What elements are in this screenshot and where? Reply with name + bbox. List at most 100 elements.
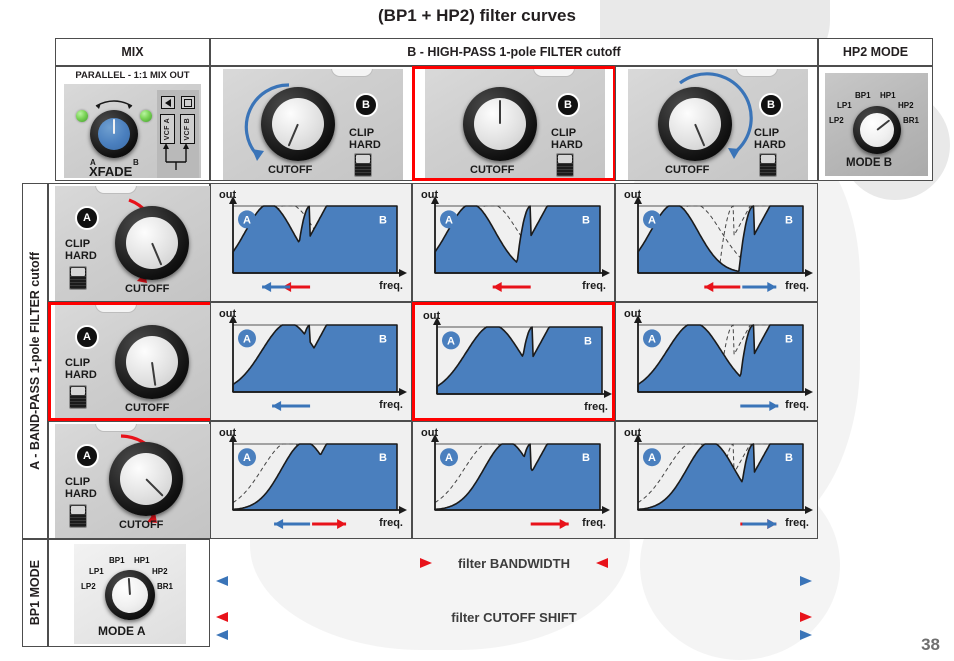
badge-b-3: B — [759, 93, 783, 117]
svg-text:freq.: freq. — [785, 280, 809, 292]
clip-hard-switch-a3[interactable] — [69, 504, 87, 528]
filter-a-cutoff-label-3: CUTOFF — [119, 519, 164, 531]
filter-b-panel-3: CUTOFF B CLIP HARD — [628, 69, 808, 180]
mode-a-label-bp1: BP1 — [109, 556, 125, 565]
xfade-mark-b: B — [133, 158, 139, 167]
clip-a-label-2a: CLIP — [65, 357, 91, 369]
mode-a-caption: MODE A — [98, 624, 146, 638]
svg-text:A: A — [648, 333, 656, 345]
svg-text:B: B — [582, 452, 590, 464]
svg-text:B: B — [379, 452, 387, 464]
filter-curve-graph-r2c1: A B out freq. — [210, 302, 412, 421]
filter-b-cell-2: CUTOFF B CLIP HARD — [412, 66, 616, 181]
svg-text:B: B — [785, 333, 793, 345]
svg-text:out: out — [219, 189, 236, 201]
mode-a-knob[interactable] — [105, 570, 155, 620]
filter-curve-graph-r1c1: A B out freq. — [210, 183, 412, 302]
clip-label-3a: CLIP — [754, 127, 780, 139]
svg-text:A: A — [648, 214, 656, 226]
curve-plot: A B out freq. — [624, 189, 813, 292]
mode-a-label-lp2: LP2 — [81, 582, 96, 591]
svg-text:A: A — [445, 452, 453, 464]
clip-hard-switch-2[interactable] — [556, 153, 574, 177]
clip-hard-switch-a2[interactable] — [69, 385, 87, 409]
filter-curve-graph-r1c2: A B out freq. — [412, 183, 615, 302]
svg-text:out: out — [421, 427, 438, 439]
filter-b-cutoff-knob-3[interactable] — [658, 87, 732, 161]
row-group-label: A - BAND-PASS 1-pole FILTER cutoff — [22, 183, 48, 539]
mode-a-label-hp1: HP1 — [134, 556, 150, 565]
svg-text:out: out — [421, 189, 438, 201]
curve-plot: A B out freq. — [624, 427, 813, 529]
svg-text:B: B — [379, 333, 387, 345]
mode-a-label-br1: BR1 — [157, 582, 174, 591]
bp1-mode-label: BP1 MODE — [22, 539, 48, 647]
svg-text:B: B — [785, 214, 793, 226]
bp1-mode-cell: LP1 LP2 BP1 HP1 HP2 BR1 MODE A — [48, 539, 210, 647]
mix-cell: PARALLEL - 1:1 MIX OUT A B XFADE VCF A V… — [55, 66, 210, 181]
svg-text:B: B — [582, 214, 590, 226]
mix-caption: PARALLEL - 1:1 MIX OUT — [75, 70, 190, 81]
svg-text:out: out — [624, 308, 641, 320]
clip-a-label-1b: HARD — [65, 250, 97, 262]
svg-text:freq.: freq. — [582, 280, 606, 292]
filter-b-cutoff-knob-1[interactable] — [261, 87, 335, 161]
svg-text:freq.: freq. — [785, 399, 809, 411]
svg-text:freq.: freq. — [379, 280, 403, 292]
filter-curve-graph-r1c3: A B out freq. — [615, 183, 818, 302]
curve-plot: A B out freq. — [219, 189, 407, 292]
hp2-mode-panel-photo: LP1 LP2 BP1 HP1 HP2 BR1 MODE B — [825, 73, 928, 176]
svg-text:out: out — [423, 310, 440, 322]
page-number: 38 — [921, 635, 940, 654]
svg-text:A: A — [648, 452, 656, 464]
svg-text:B: B — [584, 335, 592, 347]
filter-a-panel-2: A CLIP HARD CUTOFF — [55, 305, 211, 418]
filter-a-cutoff-label-2: CUTOFF — [125, 402, 170, 414]
filter-b-cutoff-knob-2[interactable] — [463, 87, 537, 161]
filter-curve-graph-r2c3: A B out freq. — [615, 302, 818, 421]
curve-plot: A B out freq. — [421, 427, 610, 529]
filter-a-cell-2: A CLIP HARD CUTOFF — [48, 302, 211, 421]
filter-b-cutoff-label-2: CUTOFF — [470, 164, 515, 176]
header-hp2-mode: HP2 MODE — [818, 38, 933, 66]
badge-b-2: B — [556, 93, 580, 117]
svg-text:out: out — [219, 427, 236, 439]
filter-a-cutoff-knob-2[interactable] — [115, 325, 189, 399]
svg-text:A: A — [447, 335, 455, 347]
hp2-mode-cell: LP1 LP2 BP1 HP1 HP2 BR1 MODE B — [818, 66, 933, 181]
mode-b-label-br1: BR1 — [903, 116, 920, 125]
filter-curve-graph-r3c1: A B out freq. — [210, 421, 412, 539]
filter-b-panel-1: CUTOFF B CLIP HARD — [223, 69, 403, 180]
clip-hard-switch-a1[interactable] — [69, 266, 87, 290]
xfade-label: XFADE — [89, 164, 133, 178]
curve-plot: A B out freq. — [624, 308, 813, 411]
svg-text:freq.: freq. — [785, 517, 809, 529]
filter-b-cutoff-label-3: CUTOFF — [665, 164, 710, 176]
filter-b-panel-2: CUTOFF B CLIP HARD — [425, 69, 605, 178]
svg-text:freq.: freq. — [379, 517, 403, 529]
mode-b-knob[interactable] — [853, 106, 901, 154]
mode-b-label-bp1: BP1 — [855, 91, 871, 100]
clip-hard-switch-3[interactable] — [759, 153, 777, 177]
mode-b-label-hp1: HP1 — [880, 91, 896, 100]
svg-text:B: B — [379, 214, 387, 226]
mode-a-label-lp1: LP1 — [89, 567, 104, 576]
header-mix: MIX — [55, 38, 210, 66]
clip-label-1b: HARD — [349, 139, 381, 151]
filter-curve-chart-page: (BP1 + HP2) filter curves 38 MIX B - HIG… — [0, 0, 954, 661]
filter-a-cutoff-label-1: CUTOFF — [125, 283, 170, 295]
badge-a-1: A — [75, 206, 99, 230]
filter-a-cutoff-knob-3[interactable] — [109, 442, 183, 516]
curve-plot: A B out freq. — [423, 310, 612, 413]
svg-text:out: out — [219, 308, 236, 320]
clip-label-1a: CLIP — [349, 127, 375, 139]
filter-a-cutoff-knob-1[interactable] — [115, 206, 189, 280]
bp1-mode-panel-photo: LP1 LP2 BP1 HP1 HP2 BR1 MODE A — [74, 544, 186, 644]
mode-b-label-lp2: LP2 — [829, 116, 844, 125]
badge-a-2: A — [75, 325, 99, 349]
curve-plot: A B out freq. — [219, 427, 407, 529]
mode-b-label-lp1: LP1 — [837, 101, 852, 110]
svg-text:freq.: freq. — [582, 517, 606, 529]
xfade-knob[interactable] — [90, 110, 138, 158]
clip-hard-switch-1[interactable] — [354, 153, 372, 177]
